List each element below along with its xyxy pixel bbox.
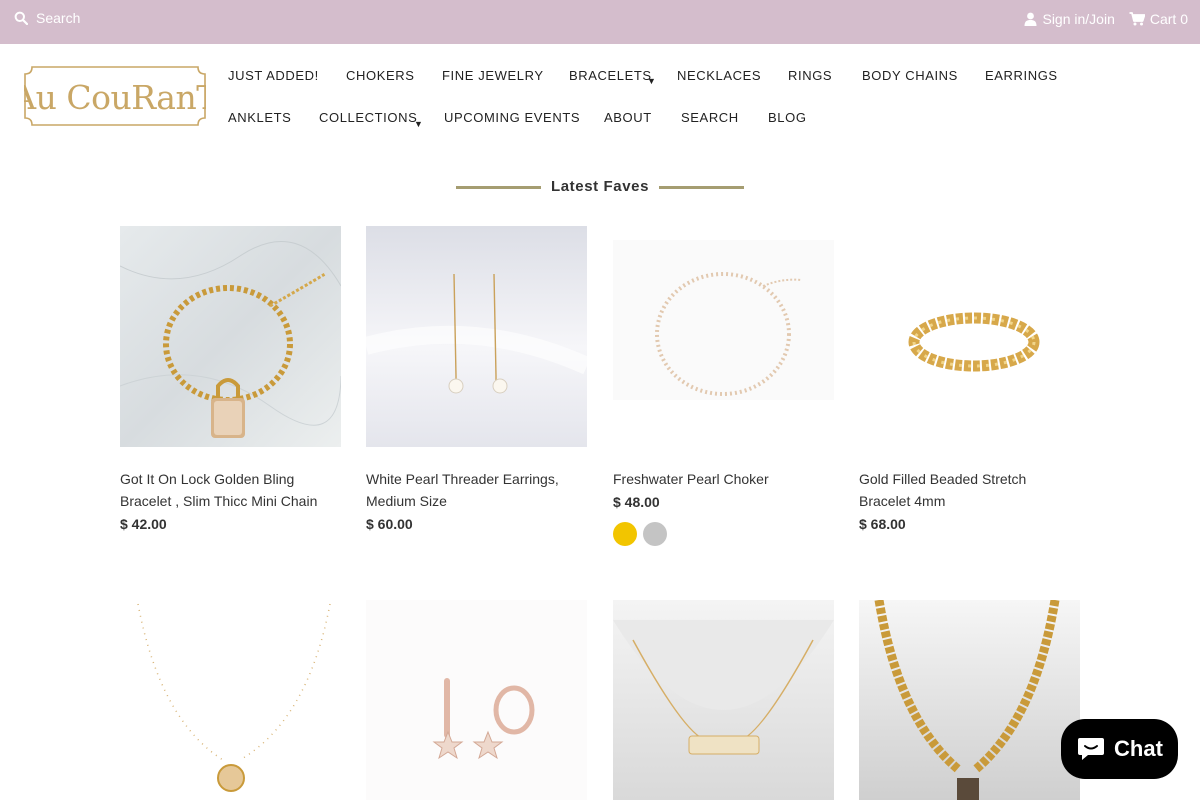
search-input[interactable]: Search (14, 10, 80, 26)
product-card[interactable] (120, 600, 341, 800)
cart-label: Cart 0 (1149, 11, 1188, 27)
product-name[interactable]: White Pearl Threader Earrings, Medium Si… (366, 468, 587, 512)
product-card[interactable] (366, 600, 587, 800)
cart-icon (1129, 12, 1145, 26)
nav-item-chokers[interactable]: CHOKERS (346, 68, 415, 83)
nav-item-blog[interactable]: BLOG (768, 110, 807, 125)
sign-in-link[interactable]: Sign in/Join (1024, 11, 1115, 27)
top-bar: Search Sign in/Join Cart 0 (0, 0, 1200, 44)
product-price: $ 42.00 (120, 516, 167, 532)
nav-item-earrings[interactable]: EARRINGS (985, 68, 1058, 83)
search-icon (14, 11, 28, 25)
nav-item-fine-jewelry[interactable]: FINE JEWELRY (442, 68, 544, 83)
color-swatch-gold[interactable] (613, 522, 637, 546)
logo-image: Au CouRanT (11, 66, 219, 126)
chevron-down-icon[interactable]: ▼ (647, 76, 656, 86)
nav-item-necklaces[interactable]: NECKLACES (677, 68, 761, 83)
sign-in-label: Sign in/Join (1042, 11, 1115, 27)
nav-item-anklets[interactable]: ANKLETS (228, 110, 291, 125)
site-logo[interactable]: Au CouRanT (11, 66, 219, 126)
product-image[interactable] (859, 600, 1080, 800)
section-title: Latest Faves (550, 178, 650, 195)
chevron-down-icon[interactable]: ▼ (414, 119, 423, 129)
chat-button[interactable]: Chat (1061, 719, 1178, 779)
product-card[interactable]: Got It On Lock Golden Bling Bracelet , S… (120, 226, 341, 532)
product-image[interactable] (613, 600, 834, 800)
product-card[interactable]: Freshwater Pearl Choker $ 48.00 (613, 226, 834, 546)
product-card[interactable] (613, 600, 834, 800)
product-image[interactable] (366, 600, 587, 800)
product-price: $ 48.00 (613, 494, 660, 510)
chat-bubble-icon (1078, 738, 1105, 760)
nav-item-bracelets[interactable]: BRACELETS (569, 68, 652, 83)
product-name[interactable]: Freshwater Pearl Choker (613, 468, 834, 490)
nav-item-collections[interactable]: COLLECTIONS (319, 110, 417, 125)
product-price: $ 60.00 (366, 516, 413, 532)
product-card[interactable]: Gold Filled Beaded Stretch Bracelet 4mm … (859, 226, 1080, 532)
product-image[interactable] (366, 226, 587, 447)
product-image[interactable] (120, 600, 341, 800)
product-name[interactable]: Gold Filled Beaded Stretch Bracelet 4mm (859, 468, 1080, 512)
nav-item-search[interactable]: SEARCH (681, 110, 739, 125)
search-placeholder: Search (36, 10, 81, 26)
product-card[interactable] (859, 600, 1080, 800)
nav-item-rings[interactable]: RINGS (788, 68, 832, 83)
product-image[interactable] (613, 226, 834, 447)
color-swatch-silver[interactable] (643, 522, 667, 546)
nav-item-about[interactable]: ABOUT (604, 110, 652, 125)
nav-item-upcoming-events[interactable]: UPCOMING EVENTS (444, 110, 580, 125)
chat-label: Chat (1114, 736, 1163, 761)
product-card[interactable]: White Pearl Threader Earrings, Medium Si… (366, 226, 587, 532)
user-icon (1024, 12, 1037, 26)
cart-link[interactable]: Cart 0 (1129, 11, 1188, 27)
product-image[interactable] (859, 226, 1080, 447)
product-price: $ 68.00 (859, 516, 906, 532)
product-image[interactable] (120, 226, 341, 447)
product-name[interactable]: Got It On Lock Golden Bling Bracelet , S… (120, 468, 341, 512)
svg-text:Au CouRanT: Au CouRanT (24, 78, 206, 117)
nav-item-body-chains[interactable]: BODY CHAINS (862, 68, 958, 83)
nav-item-just-added[interactable]: JUST ADDED! (228, 68, 319, 83)
